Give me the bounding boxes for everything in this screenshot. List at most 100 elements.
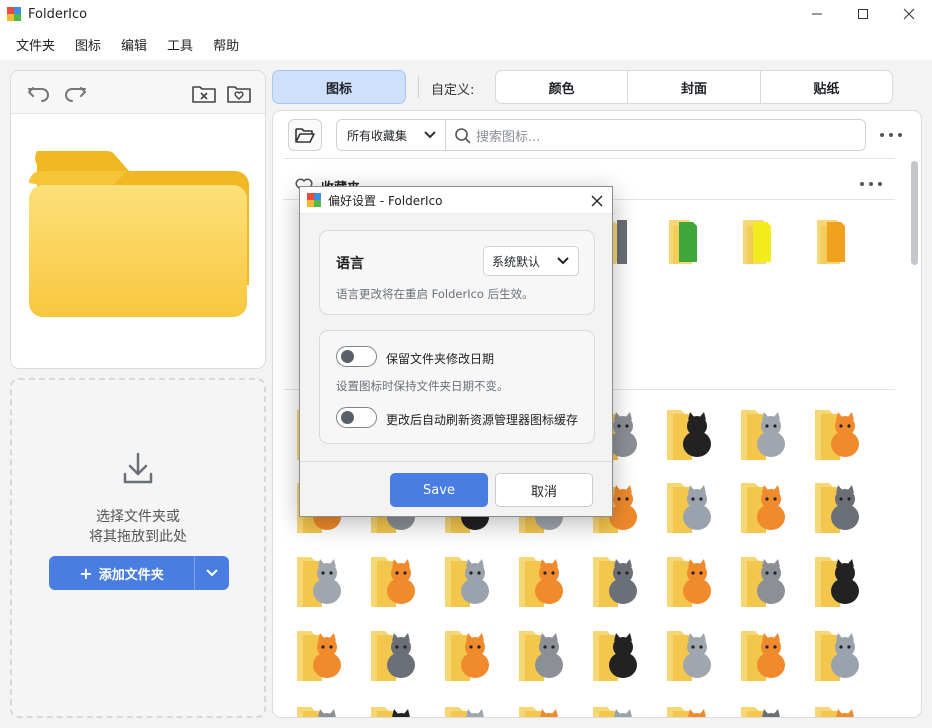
folder-icon-option[interactable] bbox=[739, 701, 791, 717]
dialog-footer: Save 取消 bbox=[300, 461, 612, 517]
folder-icon-option[interactable] bbox=[665, 404, 717, 460]
folder-icon-option[interactable] bbox=[443, 625, 495, 681]
favorite-folder-yellow[interactable] bbox=[739, 216, 791, 268]
folder-icon-option[interactable] bbox=[517, 701, 569, 717]
folder-icon-option[interactable] bbox=[295, 551, 347, 607]
scroll-thumb[interactable] bbox=[911, 161, 918, 265]
divider bbox=[283, 158, 895, 159]
favorite-folder-icon bbox=[227, 86, 251, 103]
folder-icon-option[interactable] bbox=[517, 551, 569, 607]
close-button[interactable] bbox=[886, 0, 932, 28]
folder-icon-option[interactable] bbox=[295, 701, 347, 717]
menu-icon[interactable]: 图标 bbox=[65, 35, 111, 54]
remove-folder-icon bbox=[192, 86, 216, 103]
dialog-title-bar: 偏好设置 - FolderIco bbox=[300, 187, 612, 214]
title-bar: FolderIco bbox=[0, 0, 932, 28]
minimize-icon bbox=[812, 13, 822, 15]
more-options-button[interactable] bbox=[880, 128, 902, 142]
keep-date-hint: 设置图标时保持文件夹日期不变。 bbox=[336, 379, 509, 393]
minimize-button[interactable] bbox=[794, 0, 840, 28]
menu-edit[interactable]: 编辑 bbox=[111, 35, 157, 54]
language-select[interactable]: 系统默认 bbox=[483, 246, 579, 276]
drop-hint-line1: 选择文件夹或 bbox=[96, 509, 180, 525]
favorite-folder-button[interactable] bbox=[225, 80, 253, 106]
open-folder-button[interactable] bbox=[288, 119, 322, 151]
folder-icon-option[interactable] bbox=[591, 701, 643, 717]
tab-cover[interactable]: 封面 bbox=[628, 71, 761, 103]
menu-tools[interactable]: 工具 bbox=[157, 35, 203, 54]
search-input[interactable]: 搜索图标... bbox=[445, 119, 866, 151]
folder-icon-option[interactable] bbox=[295, 625, 347, 681]
drop-hint-line2: 将其拖放到此处 bbox=[89, 529, 187, 545]
folder-icon-option[interactable] bbox=[665, 551, 717, 607]
folder-icon-option[interactable] bbox=[443, 551, 495, 607]
tab-icons[interactable]: 图标 bbox=[272, 70, 406, 104]
folder-preview-image bbox=[27, 143, 249, 327]
folder-icon-option[interactable] bbox=[517, 625, 569, 681]
collection-select[interactable]: 所有收藏集 bbox=[336, 119, 446, 151]
dialog-title: 偏好设置 - FolderIco bbox=[328, 193, 443, 208]
custom-label: 自定义: bbox=[431, 83, 475, 98]
remove-folder-button[interactable] bbox=[190, 80, 218, 106]
options-card: 保留文件夹修改日期 设置图标时保持文件夹日期不变。 更改后自动刷新资源管理器图标… bbox=[319, 330, 595, 444]
folder-icon-option[interactable] bbox=[369, 551, 421, 607]
folder-icon-option[interactable] bbox=[739, 551, 791, 607]
favorites-more-button[interactable] bbox=[860, 177, 882, 191]
refresh-cache-toggle[interactable] bbox=[336, 407, 377, 428]
folder-icon-option[interactable] bbox=[443, 701, 495, 717]
undo-icon bbox=[28, 87, 49, 102]
tab-sticker[interactable]: 贴纸 bbox=[761, 71, 892, 103]
folder-icon-option[interactable] bbox=[369, 625, 421, 681]
add-folder-button[interactable]: + 添加文件夹 bbox=[49, 556, 195, 590]
preferences-dialog: 偏好设置 - FolderIco 语言 系统默认 语言更改将在重启 Folder… bbox=[299, 186, 613, 517]
save-button[interactable]: Save bbox=[390, 473, 488, 507]
folder-icon-option[interactable] bbox=[813, 625, 865, 681]
redo-button[interactable] bbox=[61, 80, 89, 106]
custom-segment-group: 颜色 封面 贴纸 bbox=[495, 70, 893, 104]
language-value: 系统默认 bbox=[492, 254, 541, 269]
preview-toolbar bbox=[11, 71, 265, 114]
add-folder-split-button: + 添加文件夹 bbox=[49, 556, 229, 590]
app-logo-icon bbox=[307, 193, 321, 207]
window-title: FolderIco bbox=[28, 6, 88, 22]
language-hint: 语言更改将在重启 FolderIco 后生效。 bbox=[336, 287, 534, 301]
collection-value: 所有收藏集 bbox=[347, 128, 408, 143]
folder-icon-option[interactable] bbox=[813, 701, 865, 717]
tab-color[interactable]: 颜色 bbox=[496, 71, 629, 103]
search-icon bbox=[455, 128, 471, 144]
add-folder-dropdown[interactable] bbox=[195, 556, 229, 590]
dialog-close-button[interactable] bbox=[588, 192, 606, 210]
undo-button[interactable] bbox=[25, 80, 53, 106]
folder-icon-option[interactable] bbox=[591, 551, 643, 607]
maximize-icon bbox=[858, 9, 868, 19]
folder-icon-option[interactable] bbox=[665, 701, 717, 717]
cancel-button[interactable]: 取消 bbox=[495, 473, 593, 507]
language-label: 语言 bbox=[336, 256, 364, 272]
folder-icon-option[interactable] bbox=[813, 551, 865, 607]
favorite-folder-green[interactable] bbox=[665, 216, 717, 268]
folder-icon-option[interactable] bbox=[739, 625, 791, 681]
vertical-scrollbar[interactable] bbox=[909, 159, 919, 714]
chevron-down-icon bbox=[557, 257, 569, 265]
folder-icon-option[interactable] bbox=[665, 625, 717, 681]
chevron-down-icon bbox=[424, 131, 436, 139]
menu-help[interactable]: 帮助 bbox=[203, 35, 249, 54]
search-placeholder: 搜索图标... bbox=[476, 129, 541, 145]
folder-preview-panel bbox=[10, 70, 266, 369]
close-icon bbox=[903, 8, 915, 20]
menu-folder[interactable]: 文件夹 bbox=[6, 35, 65, 54]
drop-zone[interactable]: 选择文件夹或 将其拖放到此处 + 添加文件夹 bbox=[10, 378, 266, 718]
folder-icon-option[interactable] bbox=[813, 477, 865, 533]
folder-icon-option[interactable] bbox=[739, 404, 791, 460]
folder-icon-option[interactable] bbox=[739, 477, 791, 533]
folder-icon bbox=[29, 151, 249, 317]
favorite-folder-orange[interactable] bbox=[813, 216, 865, 268]
folder-icon-option[interactable] bbox=[813, 404, 865, 460]
folder-icon-option[interactable] bbox=[369, 701, 421, 717]
maximize-button[interactable] bbox=[840, 0, 886, 28]
folder-icon-option[interactable] bbox=[665, 477, 717, 533]
add-folder-label: 添加文件夹 bbox=[98, 567, 164, 583]
app-logo-icon bbox=[7, 7, 21, 21]
keep-date-toggle[interactable] bbox=[336, 346, 377, 367]
folder-icon-option[interactable] bbox=[591, 625, 643, 681]
